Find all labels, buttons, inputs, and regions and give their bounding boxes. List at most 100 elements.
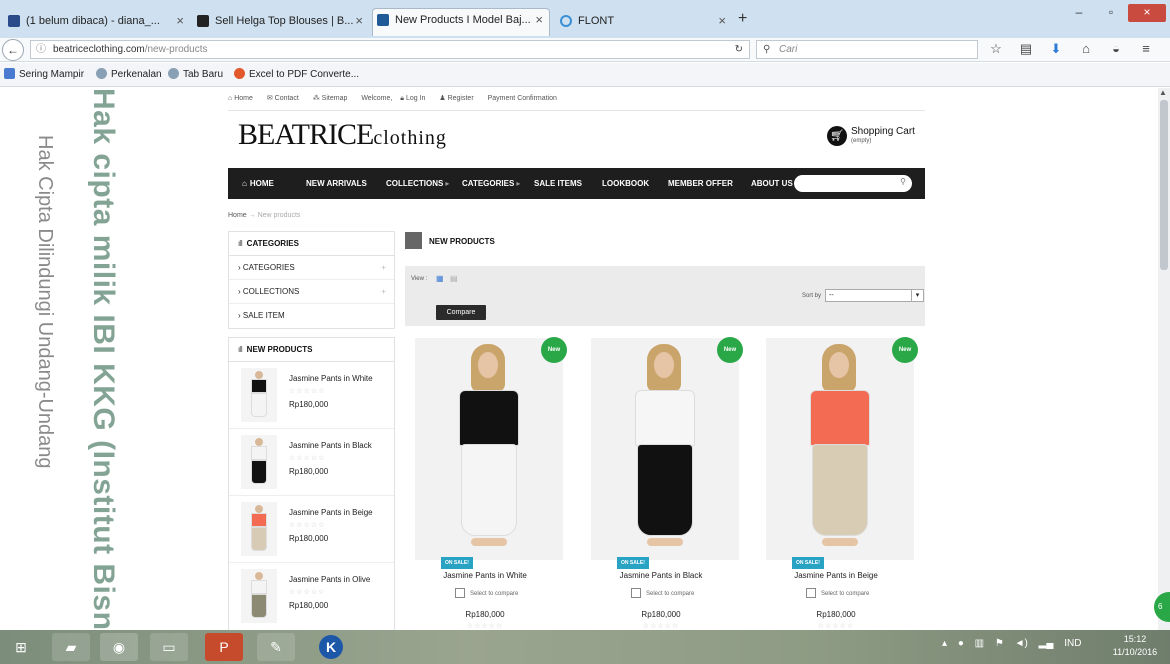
sort-select[interactable]: -- ▾ — [825, 289, 924, 302]
taskbar-clock[interactable]: 15:12 11/10/2016 — [1104, 633, 1166, 659]
browser-search-input[interactable]: ⚲ Cari — [756, 40, 978, 59]
product-thumbnail[interactable] — [241, 569, 277, 623]
tab-flont[interactable]: FLONT × — [556, 10, 732, 38]
site-logo[interactable]: BEATRICEclothing — [238, 118, 447, 152]
folder-icon[interactable]: ▭ — [150, 633, 188, 661]
product-name[interactable]: Jasmine Pants in White — [289, 374, 373, 383]
sidebar-item-collections[interactable]: › COLLECTIONS + — [229, 280, 394, 304]
nav-collections[interactable]: COLLECTIONS ▸ — [386, 179, 449, 188]
nav-categories[interactable]: CATEGORIES ▸ — [462, 179, 520, 188]
network-icon[interactable]: ▥ — [975, 638, 984, 649]
topbar-contact[interactable]: ✉ Contact — [267, 95, 305, 102]
maximize-icon[interactable]: ▫ — [1096, 4, 1126, 22]
product-name[interactable]: Jasmine Pants in White — [405, 571, 565, 580]
menu-icon[interactable]: ≡ — [1138, 41, 1154, 57]
bookmark-item[interactable]: Perkenalan — [96, 68, 162, 80]
pocket-icon[interactable]: ◒ — [1108, 41, 1124, 57]
bookmark-item[interactable]: Excel to PDF Converte... — [234, 68, 359, 80]
paint-icon[interactable]: ✎ — [257, 633, 295, 661]
page-scrollbar[interactable]: ▲ — [1158, 88, 1170, 630]
site-search-input[interactable]: ⚲ — [794, 175, 912, 192]
topbar-register[interactable]: ♟ Register — [439, 95, 479, 102]
minimize-icon[interactable]: – — [1064, 4, 1094, 22]
sidebar-product[interactable]: Jasmine Pants in White ☆☆☆☆☆ Rp180,000 — [229, 362, 394, 429]
select-to-compare[interactable]: Select to compare — [806, 588, 869, 598]
compare-checkbox[interactable] — [631, 588, 641, 598]
volume-icon[interactable]: ◄) — [1015, 638, 1028, 649]
grid-view-icon[interactable]: ▦ — [436, 274, 444, 283]
topbar-payment-confirmation[interactable]: Payment Confirmation — [488, 95, 557, 102]
close-window-icon[interactable]: × — [1128, 4, 1166, 22]
tray-arrow-icon[interactable]: ▴ — [942, 638, 947, 649]
scroll-up-icon[interactable]: ▲ — [1159, 88, 1167, 97]
nav-sale-items[interactable]: SALE ITEMS — [534, 179, 582, 188]
product-name[interactable]: Jasmine Pants in Beige — [756, 571, 916, 580]
close-icon[interactable]: × — [535, 9, 543, 31]
scrollbar-thumb[interactable] — [1160, 100, 1168, 270]
bookmark-item[interactable]: Sering Mampir — [4, 68, 84, 80]
compare-checkbox[interactable] — [455, 588, 465, 598]
close-icon[interactable]: × — [355, 10, 363, 32]
product-name[interactable]: Jasmine Pants in Black — [581, 571, 741, 580]
sidebar-item-categories[interactable]: › CATEGORIES + — [229, 256, 394, 280]
reading-list-icon[interactable]: ▤ — [1018, 41, 1034, 57]
list-view-icon[interactable]: ▤ — [450, 274, 458, 283]
tray-app-icon[interactable]: ● — [958, 638, 964, 649]
sidebar-item-sale-item[interactable]: › SALE ITEM — [229, 304, 394, 328]
windows-start-icon[interactable]: ⊞ — [2, 633, 40, 661]
breadcrumb-home[interactable]: Home — [228, 212, 247, 219]
topbar-home[interactable]: ⌂ Home — [228, 95, 259, 102]
language-indicator[interactable]: IND — [1064, 638, 1081, 649]
nav-member-offer[interactable]: MEMBER OFFER — [668, 179, 733, 188]
bookmark-star-icon[interactable]: ☆ — [988, 41, 1004, 57]
url-bar[interactable]: ⓘ beatriceclothing.com/new-products ↻ — [30, 40, 750, 59]
product-thumbnail[interactable] — [241, 435, 277, 489]
close-icon[interactable]: × — [176, 10, 184, 32]
product-thumbnail[interactable] — [241, 502, 277, 556]
nav-new-arrivals[interactable]: NEW ARRIVALS — [306, 179, 367, 188]
product-thumbnail[interactable] — [241, 368, 277, 422]
file-explorer-icon[interactable]: ▰ — [52, 633, 90, 661]
close-icon[interactable]: × — [718, 10, 726, 32]
topbar-login[interactable]: 🔒︎ Log In — [400, 95, 431, 102]
back-button[interactable]: ← — [2, 39, 24, 61]
home-icon[interactable]: ⌂ — [1078, 41, 1094, 57]
info-icon[interactable]: ⓘ — [36, 41, 46, 58]
sidebar-product[interactable]: Jasmine Pants in Olive ☆☆☆☆☆ Rp180,000 — [229, 563, 394, 630]
sidebar-product[interactable]: Jasmine Pants in Beige ☆☆☆☆☆ Rp180,000 — [229, 496, 394, 563]
product-photo[interactable] — [766, 338, 914, 560]
tab-label: (1 belum dibaca) - diana_... — [26, 15, 160, 27]
nav-about-us[interactable]: ABOUT US — [751, 179, 793, 188]
powerpoint-icon[interactable]: P — [205, 633, 243, 661]
signal-icon[interactable]: ▂▄ — [1039, 638, 1054, 649]
tab-new-products[interactable]: New Products I Model Baj... × — [372, 8, 550, 36]
flag-icon[interactable]: ⚑ — [995, 638, 1004, 649]
compare-checkbox[interactable] — [806, 588, 816, 598]
reload-icon[interactable]: ↻ — [735, 41, 743, 58]
shopping-cart[interactable]: 🛒︎ Shopping Cart (empty) — [827, 126, 919, 152]
tab-mail[interactable]: (1 belum dibaca) - diana_... × — [4, 10, 190, 38]
product-name[interactable]: Jasmine Pants in Black — [289, 441, 372, 450]
firefox-icon[interactable]: ◉ — [100, 633, 138, 661]
product-photo[interactable] — [415, 338, 563, 560]
bookmark-item[interactable]: Tab Baru — [168, 68, 223, 80]
logo-main: BEATRICE — [238, 118, 374, 151]
select-to-compare[interactable]: Select to compare — [631, 588, 694, 598]
sidebar-product[interactable]: Jasmine Pants in Black ☆☆☆☆☆ Rp180,000 — [229, 429, 394, 496]
k-app-icon[interactable]: K — [312, 633, 350, 661]
product-name[interactable]: Jasmine Pants in Olive — [289, 575, 370, 584]
new-tab-button[interactable]: + — [738, 10, 747, 28]
model-top — [635, 390, 695, 446]
topbar-sitemap[interactable]: ⁂ Sitemap — [313, 95, 354, 102]
compare-button[interactable]: Compare — [436, 305, 486, 320]
plus-icon[interactable]: + — [381, 280, 386, 304]
nav-lookbook[interactable]: LOOKBOOK — [602, 179, 649, 188]
plus-icon[interactable]: + — [381, 256, 386, 280]
product-name[interactable]: Jasmine Pants in Beige — [289, 508, 373, 517]
product-photo[interactable] — [591, 338, 739, 560]
nav-home[interactable]: ⌂ HOME — [242, 179, 274, 188]
figure-top — [251, 446, 267, 460]
tab-sell-helga[interactable]: Sell Helga Top Blouses | B... × — [193, 10, 369, 38]
download-icon[interactable]: ⬇ — [1048, 41, 1064, 57]
select-to-compare[interactable]: Select to compare — [455, 588, 518, 598]
